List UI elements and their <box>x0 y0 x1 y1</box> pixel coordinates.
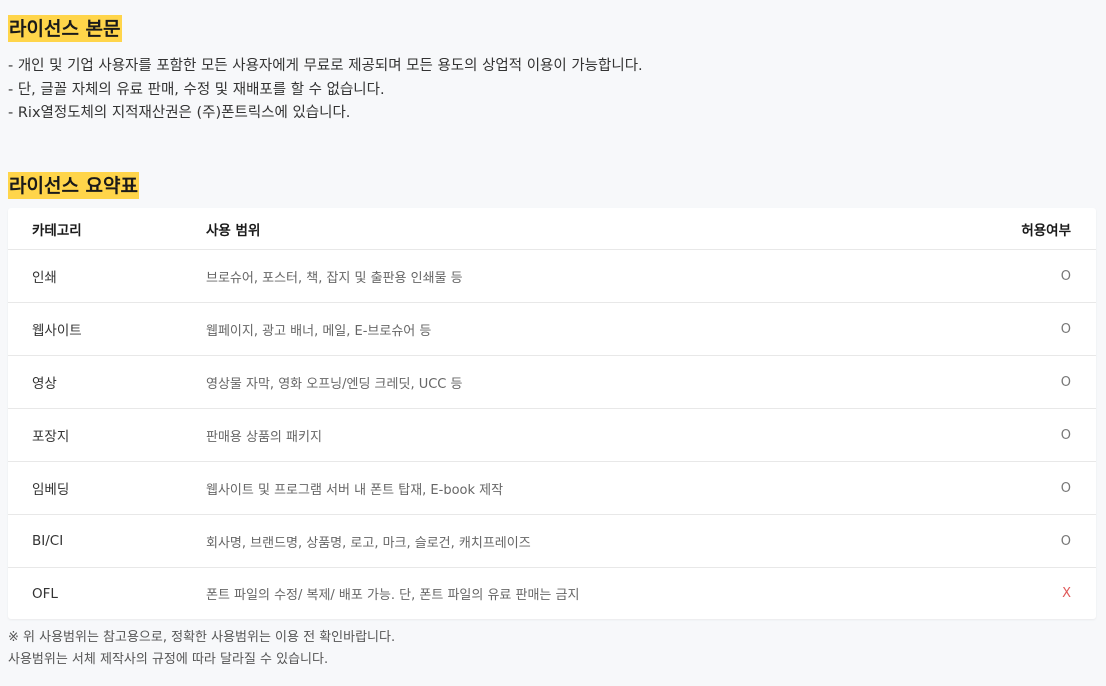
column-header-scope: 사용 범위 <box>206 222 261 239</box>
row-category: 영상 <box>32 376 57 392</box>
license-body-line: - 개인 및 기업 사용자를 포함한 모든 사용자에게 무료로 제공되며 모든 … <box>8 58 643 74</box>
license-body-heading: 라이선스 본문 <box>8 15 122 42</box>
table-row: 임베딩 웹사이트 및 프로그램 서버 내 폰트 탑재, E-book 제작 O <box>8 461 1096 514</box>
usage-note-line: ※ 위 사용범위는 참고용으로, 정확한 사용범위는 이용 전 확인바랍니다. <box>8 630 396 645</box>
row-category: BI/CI <box>32 533 64 549</box>
table-row: OFL 폰트 파일의 수정/ 복제/ 배포 가능. 단, 폰트 파일의 유료 판… <box>8 567 1096 619</box>
row-allowed-mark: O <box>1060 480 1071 496</box>
row-allowed-mark: O <box>1060 374 1071 390</box>
row-category: 인쇄 <box>32 270 57 286</box>
column-header-allowed: 허용여부 <box>1021 222 1071 239</box>
table-row: 포장지 판매용 상품의 패키지 O <box>8 408 1096 461</box>
usage-note-line: 사용범위는 서체 제작사의 규정에 따라 달라질 수 있습니다. <box>8 651 329 667</box>
row-denied-mark: X <box>1062 586 1071 601</box>
row-category: 웹사이트 <box>32 323 82 339</box>
row-allowed-mark: O <box>1060 427 1071 443</box>
usage-notes: ※ 위 사용범위는 참고용으로, 정확한 사용범위는 이용 전 확인바랍니다. … <box>8 627 395 670</box>
table-row: BI/CI 회사명, 브랜드명, 상품명, 로고, 마크, 슬로건, 캐치프레이… <box>8 514 1096 567</box>
row-category: OFL <box>32 585 58 602</box>
license-page: 라이선스 본문 - 개인 및 기업 사용자를 포함한 모든 사용자에게 무료로 … <box>0 0 1106 686</box>
row-scope: 폰트 파일의 수정/ 복제/ 배포 가능. 단, 폰트 파일의 유료 판매는 금… <box>206 588 580 603</box>
license-body-line: - Rix열정도체의 지적재산권은 (주)폰트릭스에 있습니다. <box>8 105 351 121</box>
row-scope: 회사명, 브랜드명, 상품명, 로고, 마크, 슬로건, 캐치프레이즈 <box>206 535 531 551</box>
row-scope: 웹사이트 및 프로그램 서버 내 폰트 탑재, E-book 제작 <box>206 482 504 498</box>
license-body-line: - 단, 글꼴 자체의 유료 판매, 수정 및 재배포를 할 수 없습니다. <box>8 81 385 98</box>
row-category: 임베딩 <box>32 482 70 498</box>
table-row: 영상 영상물 자막, 영화 오프닝/엔딩 크레딧, UCC 등 O <box>8 355 1096 408</box>
row-scope: 영상물 자막, 영화 오프닝/엔딩 크레딧, UCC 등 <box>206 376 463 392</box>
row-scope: 브로슈어, 포스터, 책, 잡지 및 출판용 인쇄물 등 <box>206 270 463 286</box>
row-allowed-mark: O <box>1060 268 1071 284</box>
license-summary-table: 카테고리 사용 범위 허용여부 인쇄 브로슈어, 포스터, 책, 잡지 및 출판… <box>8 208 1096 619</box>
row-allowed-mark: O <box>1060 533 1071 549</box>
table-row: 웹사이트 웹페이지, 광고 배너, 메일, E-브로슈어 등 O <box>8 302 1096 355</box>
license-summary-heading: 라이선스 요약표 <box>8 172 139 199</box>
column-header-category: 카테고리 <box>32 222 82 239</box>
row-category: 포장지 <box>32 429 70 445</box>
row-allowed-mark: O <box>1060 321 1071 337</box>
row-scope: 판매용 상품의 패키지 <box>206 429 322 445</box>
row-scope: 웹페이지, 광고 배너, 메일, E-브로슈어 등 <box>206 323 432 339</box>
table-header-row: 카테고리 사용 범위 허용여부 <box>8 208 1096 249</box>
license-body-text: - 개인 및 기업 사용자를 포함한 모든 사용자에게 무료로 제공되며 모든 … <box>8 55 643 126</box>
table-row: 인쇄 브로슈어, 포스터, 책, 잡지 및 출판용 인쇄물 등 O <box>8 249 1096 302</box>
